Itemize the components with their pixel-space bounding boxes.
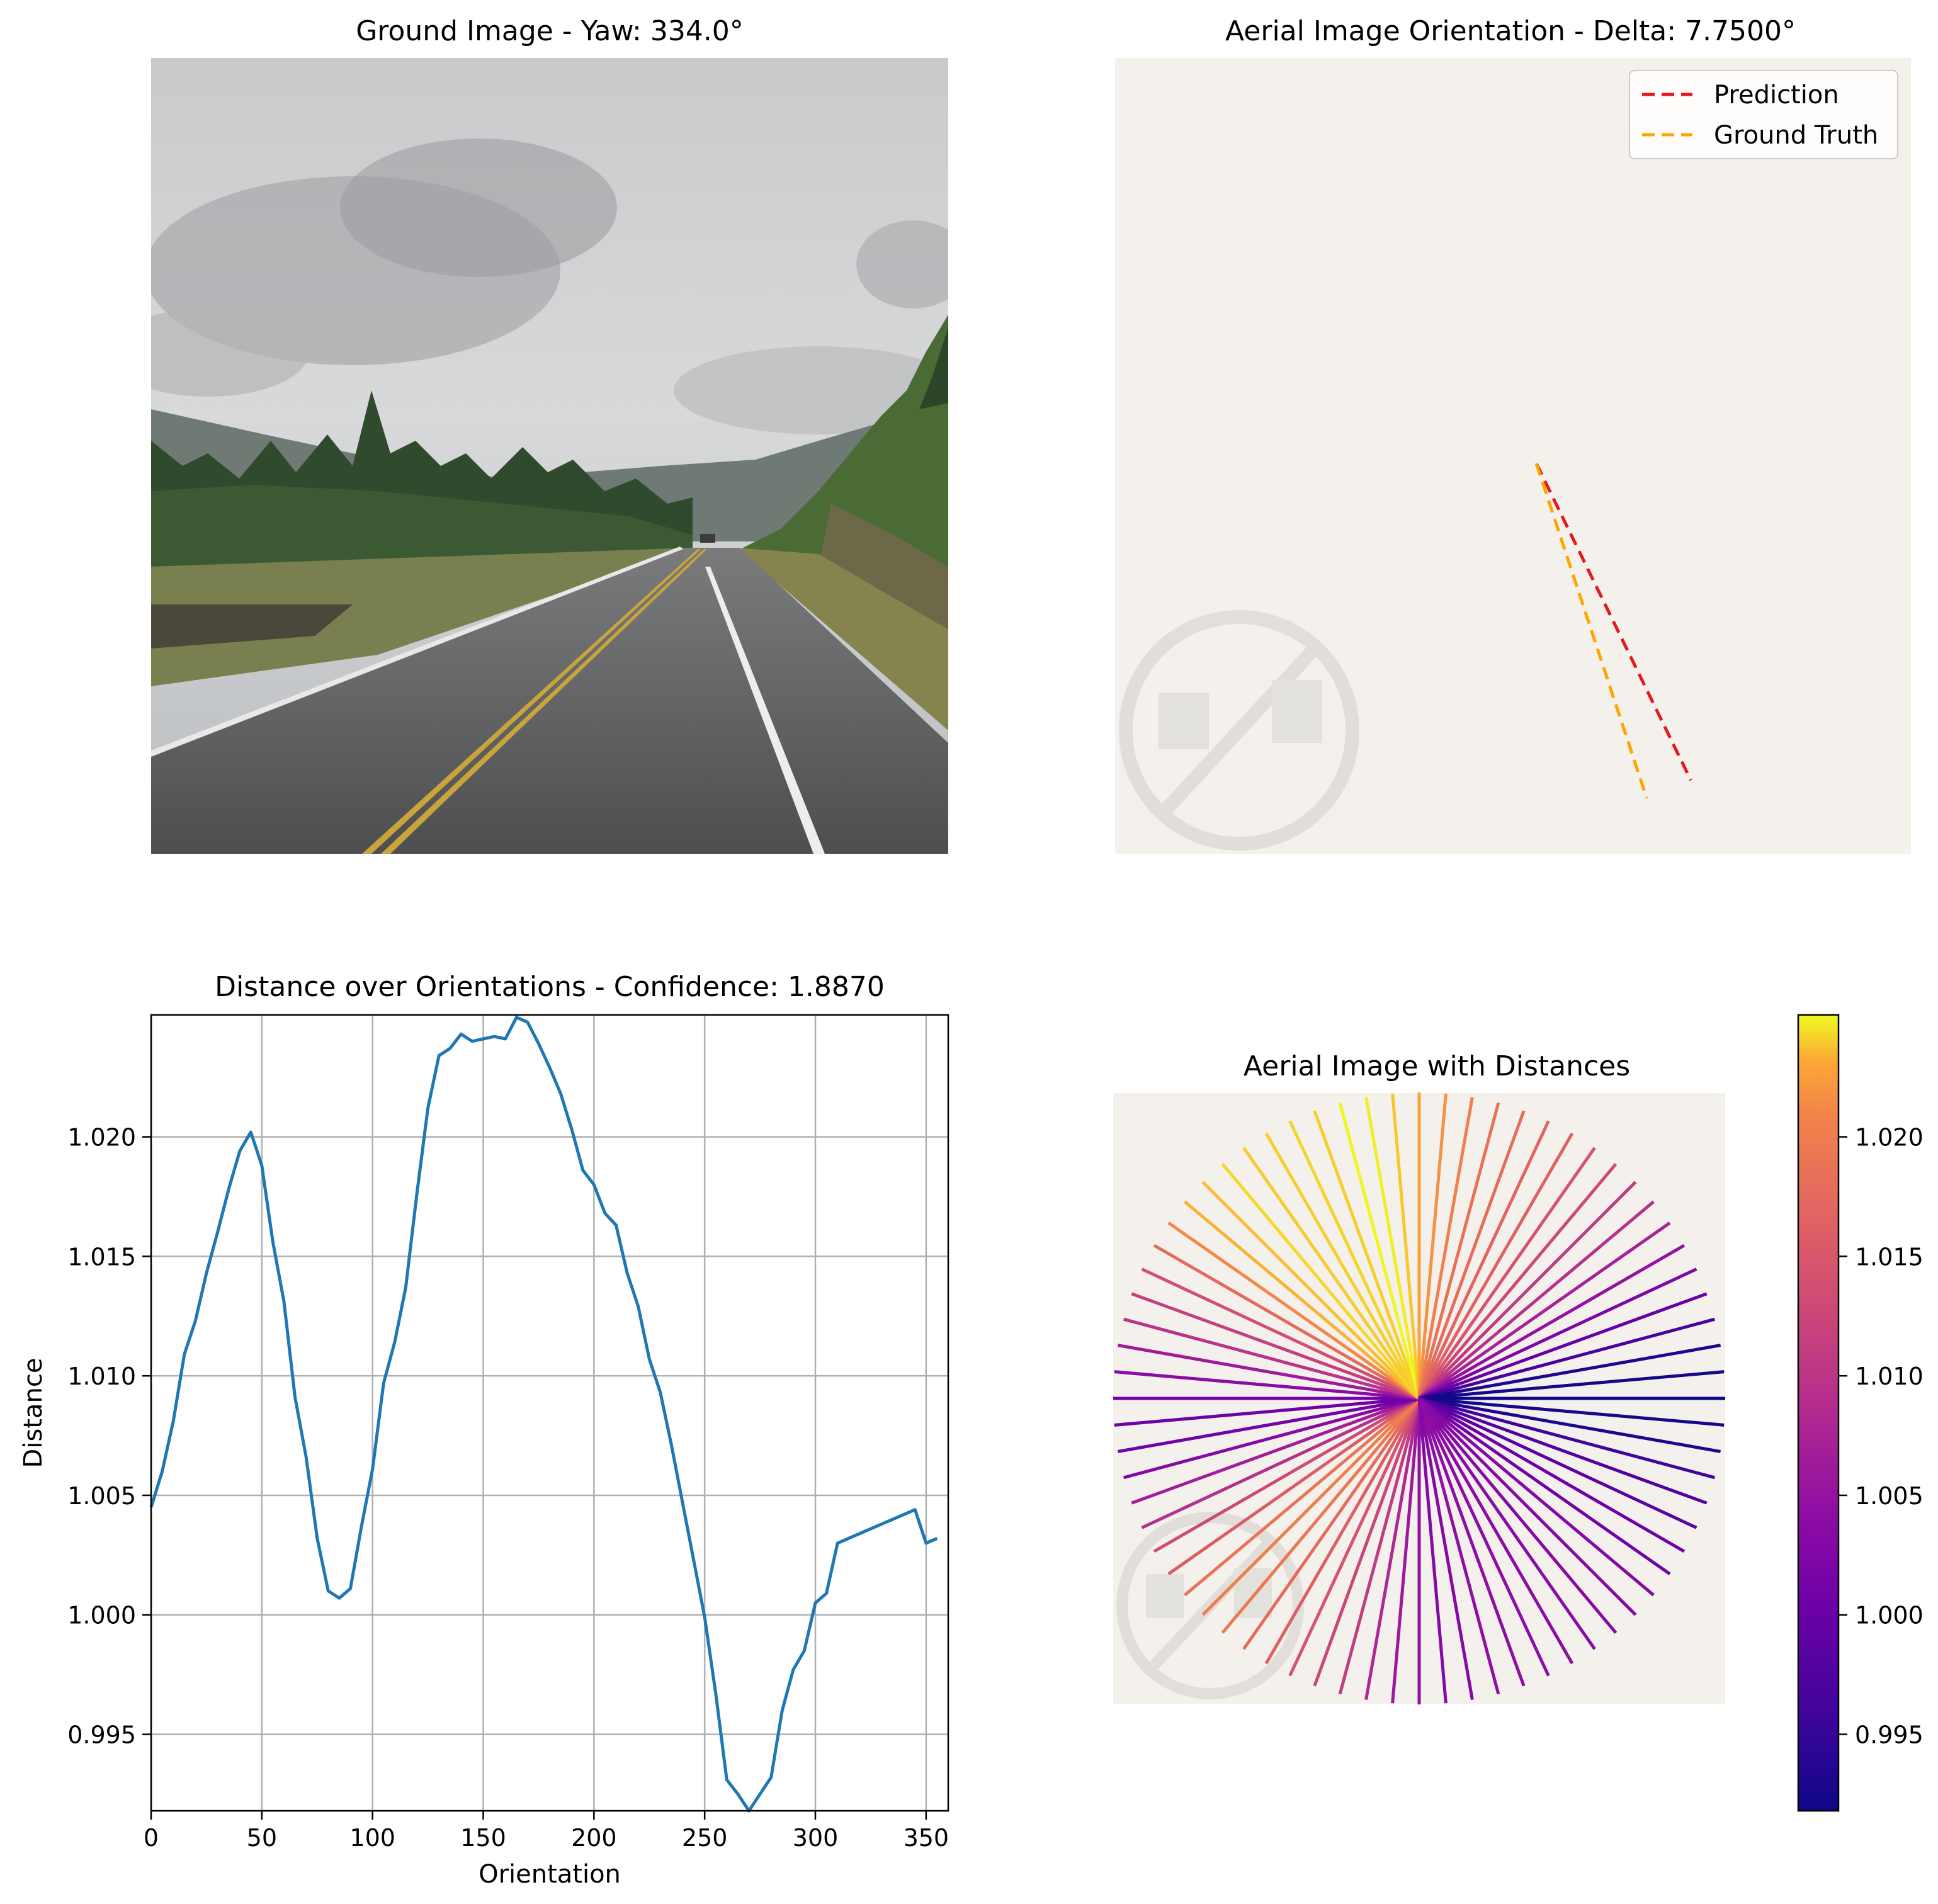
- y-tick-label: 0.995: [67, 1721, 136, 1749]
- aerial-distance-title: Aerial Image with Distances: [1244, 1050, 1630, 1082]
- colorbar-tick-label: 1.015: [1855, 1243, 1924, 1271]
- x-tick-label: 50: [247, 1824, 277, 1852]
- colorbar-tick-label: 1.010: [1855, 1363, 1924, 1390]
- y-tick-label: 1.020: [67, 1124, 136, 1152]
- distance-chart: Distance over Orientations - Confidence:…: [19, 971, 949, 1889]
- distance-chart-grid: [150, 1015, 948, 1811]
- colorbar-tick-label: 0.995: [1855, 1721, 1924, 1749]
- orientation-legend: Prediction Ground Truth: [1629, 70, 1898, 159]
- x-tick-label: 100: [349, 1824, 395, 1852]
- ground-photo: [151, 58, 948, 854]
- colorbar-tick-label: 1.000: [1855, 1602, 1924, 1629]
- y-tick-label: 1.010: [67, 1363, 136, 1390]
- y-tick-label: 1.005: [67, 1482, 136, 1510]
- x-axis-label: Orientation: [479, 1860, 621, 1889]
- x-tick-label: 0: [144, 1824, 159, 1852]
- colorbar-ticks: 0.995 1.000 1.005 1.010 1.015 1.020: [1839, 1124, 1924, 1749]
- colorbar-tick-label: 1.005: [1855, 1482, 1924, 1510]
- distance-chart-title: Distance over Orientations - Confidence:…: [215, 971, 885, 1003]
- y-tick-label: 1.015: [67, 1243, 136, 1271]
- aerial-distance-panel: Aerial Image with Distances 0.995 1.000 1.…: [1113, 1014, 1924, 1812]
- x-axis-ticks: 0 50 100 150 200 250 300 350: [144, 1811, 949, 1852]
- ground-image-title: Ground Image - Yaw: 334.0°: [356, 15, 744, 47]
- x-tick-label: 200: [571, 1824, 617, 1852]
- x-tick-label: 250: [682, 1824, 728, 1852]
- figure: Ground Image - Yaw: 334.0° Aerial Image …: [19, 15, 1924, 1889]
- x-tick-label: 150: [460, 1824, 506, 1852]
- aerial-orientation-panel: Aerial Image Orientation - Delta: 7.7500…: [1115, 15, 1911, 854]
- colorbar-gradient: [1797, 1014, 1840, 1812]
- y-tick-label: 1.000: [67, 1602, 136, 1629]
- ground-image-panel: Ground Image - Yaw: 334.0°: [151, 15, 948, 854]
- colorbar: 0.995 1.000 1.005 1.010 1.015 1.020: [1797, 1014, 1924, 1812]
- y-axis-label: Distance: [19, 1358, 48, 1468]
- distance-chart-frame: [150, 1014, 949, 1812]
- legend-prediction-label: Prediction: [1714, 81, 1839, 110]
- y-axis-ticks: 0.995 1.000 1.005 1.010 1.015 1.020: [67, 1124, 151, 1749]
- aerial-orientation-title: Aerial Image Orientation - Delta: 7.7500…: [1225, 15, 1796, 47]
- distance-rays: [1113, 1092, 1725, 1704]
- x-tick-label: 350: [904, 1824, 949, 1852]
- x-tick-label: 300: [793, 1824, 839, 1852]
- legend-ground-truth-label: Ground Truth: [1714, 121, 1878, 150]
- colorbar-tick-label: 1.020: [1855, 1124, 1924, 1152]
